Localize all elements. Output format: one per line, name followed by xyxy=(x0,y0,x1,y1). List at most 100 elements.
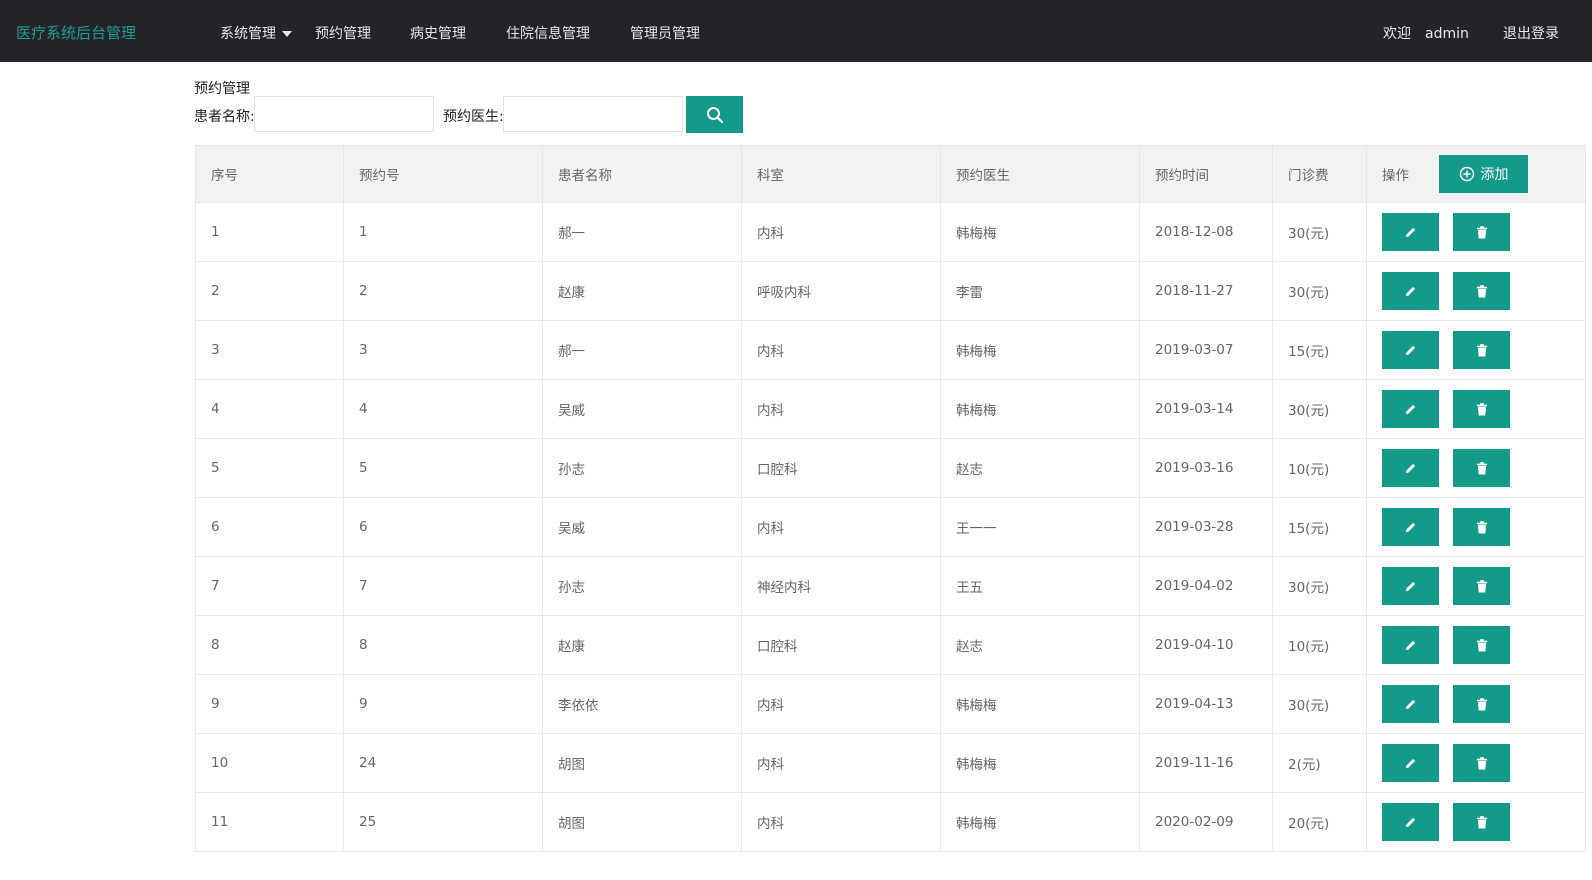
cell-fee: 30(元) xyxy=(1272,674,1367,734)
cell-actions xyxy=(1366,202,1586,262)
edit-button[interactable] xyxy=(1382,685,1439,723)
column-header-index[interactable]: 序号 xyxy=(195,145,344,203)
table-row[interactable]: 4 4 吴威 内科 韩梅梅 2019-03-14 30(元) xyxy=(195,379,1586,439)
brand-title[interactable]: 医疗系统后台管理 xyxy=(16,22,136,43)
edit-button[interactable] xyxy=(1382,626,1439,664)
table-row[interactable]: 10 24 胡图 内科 韩梅梅 2019-11-16 2(元) xyxy=(195,733,1586,793)
top-navbar: 医疗系统后台管理 系统管理 预约管理 病史管理 住院信息管理 管理员管理 欢迎 a… xyxy=(0,0,1592,62)
doctor-input[interactable] xyxy=(503,96,683,132)
search-button[interactable] xyxy=(686,96,743,133)
column-header-appointment-no[interactable]: 预约号 xyxy=(343,145,543,203)
delete-button[interactable] xyxy=(1453,626,1510,664)
column-header-patient[interactable]: 患者名称 xyxy=(542,145,742,203)
trash-icon xyxy=(1476,343,1487,356)
appointment-table: 序号 预约号 患者名称 科室 预约医生 预约时间 门诊费 操作 添加 1 1 郝… xyxy=(195,145,1586,852)
cell-patient: 胡图 xyxy=(542,792,742,852)
table-row[interactable]: 9 9 李依依 内科 韩梅梅 2019-04-13 30(元) xyxy=(195,674,1586,734)
delete-button[interactable] xyxy=(1453,390,1510,428)
cell-doctor: 韩梅梅 xyxy=(940,379,1140,439)
column-header-time[interactable]: 预约时间 xyxy=(1139,145,1273,203)
cell-index: 2 xyxy=(195,261,344,321)
table-row[interactable]: 8 8 赵康 口腔科 赵志 2019-04-10 10(元) xyxy=(195,615,1586,675)
trash-icon xyxy=(1476,461,1487,474)
trash-icon xyxy=(1476,638,1487,651)
cell-index: 8 xyxy=(195,615,344,675)
delete-button[interactable] xyxy=(1453,272,1510,310)
delete-button[interactable] xyxy=(1453,331,1510,369)
edit-button[interactable] xyxy=(1382,744,1439,782)
cell-time: 2018-11-27 xyxy=(1139,261,1273,321)
cell-appointment-no: 9 xyxy=(343,674,543,734)
nav-admin[interactable]: 管理员管理 xyxy=(630,23,700,43)
cell-department: 内科 xyxy=(741,674,941,734)
edit-button[interactable] xyxy=(1382,449,1439,487)
nav-hospitalization[interactable]: 住院信息管理 xyxy=(506,23,590,43)
cell-actions xyxy=(1366,733,1586,793)
nav-appointment[interactable]: 预约管理 xyxy=(315,23,371,43)
nav-medical-history[interactable]: 病史管理 xyxy=(410,23,466,43)
pencil-icon xyxy=(1405,817,1416,827)
cell-actions xyxy=(1366,792,1586,852)
edit-button[interactable] xyxy=(1382,508,1439,546)
pencil-icon xyxy=(1405,758,1416,768)
cell-patient: 吴威 xyxy=(542,497,742,557)
column-header-fee[interactable]: 门诊费 xyxy=(1272,145,1367,203)
table-row[interactable]: 5 5 孙志 口腔科 赵志 2019-03-16 10(元) xyxy=(195,438,1586,498)
page-title: 预约管理 xyxy=(194,81,250,97)
table-row[interactable]: 1 1 郝一 内科 韩梅梅 2018-12-08 30(元) xyxy=(195,202,1586,262)
delete-button[interactable] xyxy=(1453,567,1510,605)
delete-button[interactable] xyxy=(1453,508,1510,546)
add-button[interactable]: 添加 xyxy=(1439,155,1528,193)
cell-fee: 15(元) xyxy=(1272,320,1367,380)
trash-icon xyxy=(1476,225,1487,238)
cell-fee: 10(元) xyxy=(1272,438,1367,498)
cell-actions xyxy=(1366,438,1586,498)
edit-button[interactable] xyxy=(1382,567,1439,605)
add-button-label: 添加 xyxy=(1480,167,1509,183)
pencil-icon xyxy=(1405,463,1416,473)
cell-index: 11 xyxy=(195,792,344,852)
cell-doctor: 王五 xyxy=(940,556,1140,616)
cell-fee: 30(元) xyxy=(1272,556,1367,616)
cell-index: 9 xyxy=(195,674,344,734)
nav-system-menu[interactable]: 系统管理 xyxy=(220,23,292,43)
cell-actions xyxy=(1366,497,1586,557)
pencil-icon xyxy=(1405,345,1416,355)
cell-appointment-no: 8 xyxy=(343,615,543,675)
cell-actions xyxy=(1366,320,1586,380)
trash-icon xyxy=(1476,697,1487,710)
cell-time: 2019-04-10 xyxy=(1139,615,1273,675)
edit-button[interactable] xyxy=(1382,390,1439,428)
cell-patient: 郝一 xyxy=(542,202,742,262)
table-row[interactable]: 2 2 赵康 呼吸内科 李雷 2018-11-27 30(元) xyxy=(195,261,1586,321)
table-row[interactable]: 3 3 郝一 内科 韩梅梅 2019-03-07 15(元) xyxy=(195,320,1586,380)
cell-doctor: 韩梅梅 xyxy=(940,202,1140,262)
edit-button[interactable] xyxy=(1382,272,1439,310)
cell-doctor: 韩梅梅 xyxy=(940,733,1140,793)
cell-patient: 吴威 xyxy=(542,379,742,439)
doctor-label: 预约医生: xyxy=(443,109,504,125)
edit-button[interactable] xyxy=(1382,213,1439,251)
table-row[interactable]: 11 25 胡图 内科 韩梅梅 2020-02-09 20(元) xyxy=(195,792,1586,852)
cell-actions xyxy=(1366,261,1586,321)
cell-fee: 30(元) xyxy=(1272,261,1367,321)
cell-index: 10 xyxy=(195,733,344,793)
delete-button[interactable] xyxy=(1453,449,1510,487)
column-header-department[interactable]: 科室 xyxy=(741,145,941,203)
table-row[interactable]: 6 6 吴威 内科 王一一 2019-03-28 15(元) xyxy=(195,497,1586,557)
cell-doctor: 赵志 xyxy=(940,615,1140,675)
cell-appointment-no: 1 xyxy=(343,202,543,262)
patient-name-input[interactable] xyxy=(254,96,434,132)
delete-button[interactable] xyxy=(1453,744,1510,782)
column-header-doctor[interactable]: 预约医生 xyxy=(940,145,1140,203)
delete-button[interactable] xyxy=(1453,803,1510,841)
edit-button[interactable] xyxy=(1382,803,1439,841)
delete-button[interactable] xyxy=(1453,685,1510,723)
logout-link[interactable]: 退出登录 xyxy=(1503,23,1559,43)
edit-button[interactable] xyxy=(1382,331,1439,369)
patient-name-label: 患者名称: xyxy=(194,109,255,125)
delete-button[interactable] xyxy=(1453,213,1510,251)
pencil-icon xyxy=(1405,404,1416,414)
cell-index: 3 xyxy=(195,320,344,380)
table-row[interactable]: 7 7 孙志 神经内科 王五 2019-04-02 30(元) xyxy=(195,556,1586,616)
